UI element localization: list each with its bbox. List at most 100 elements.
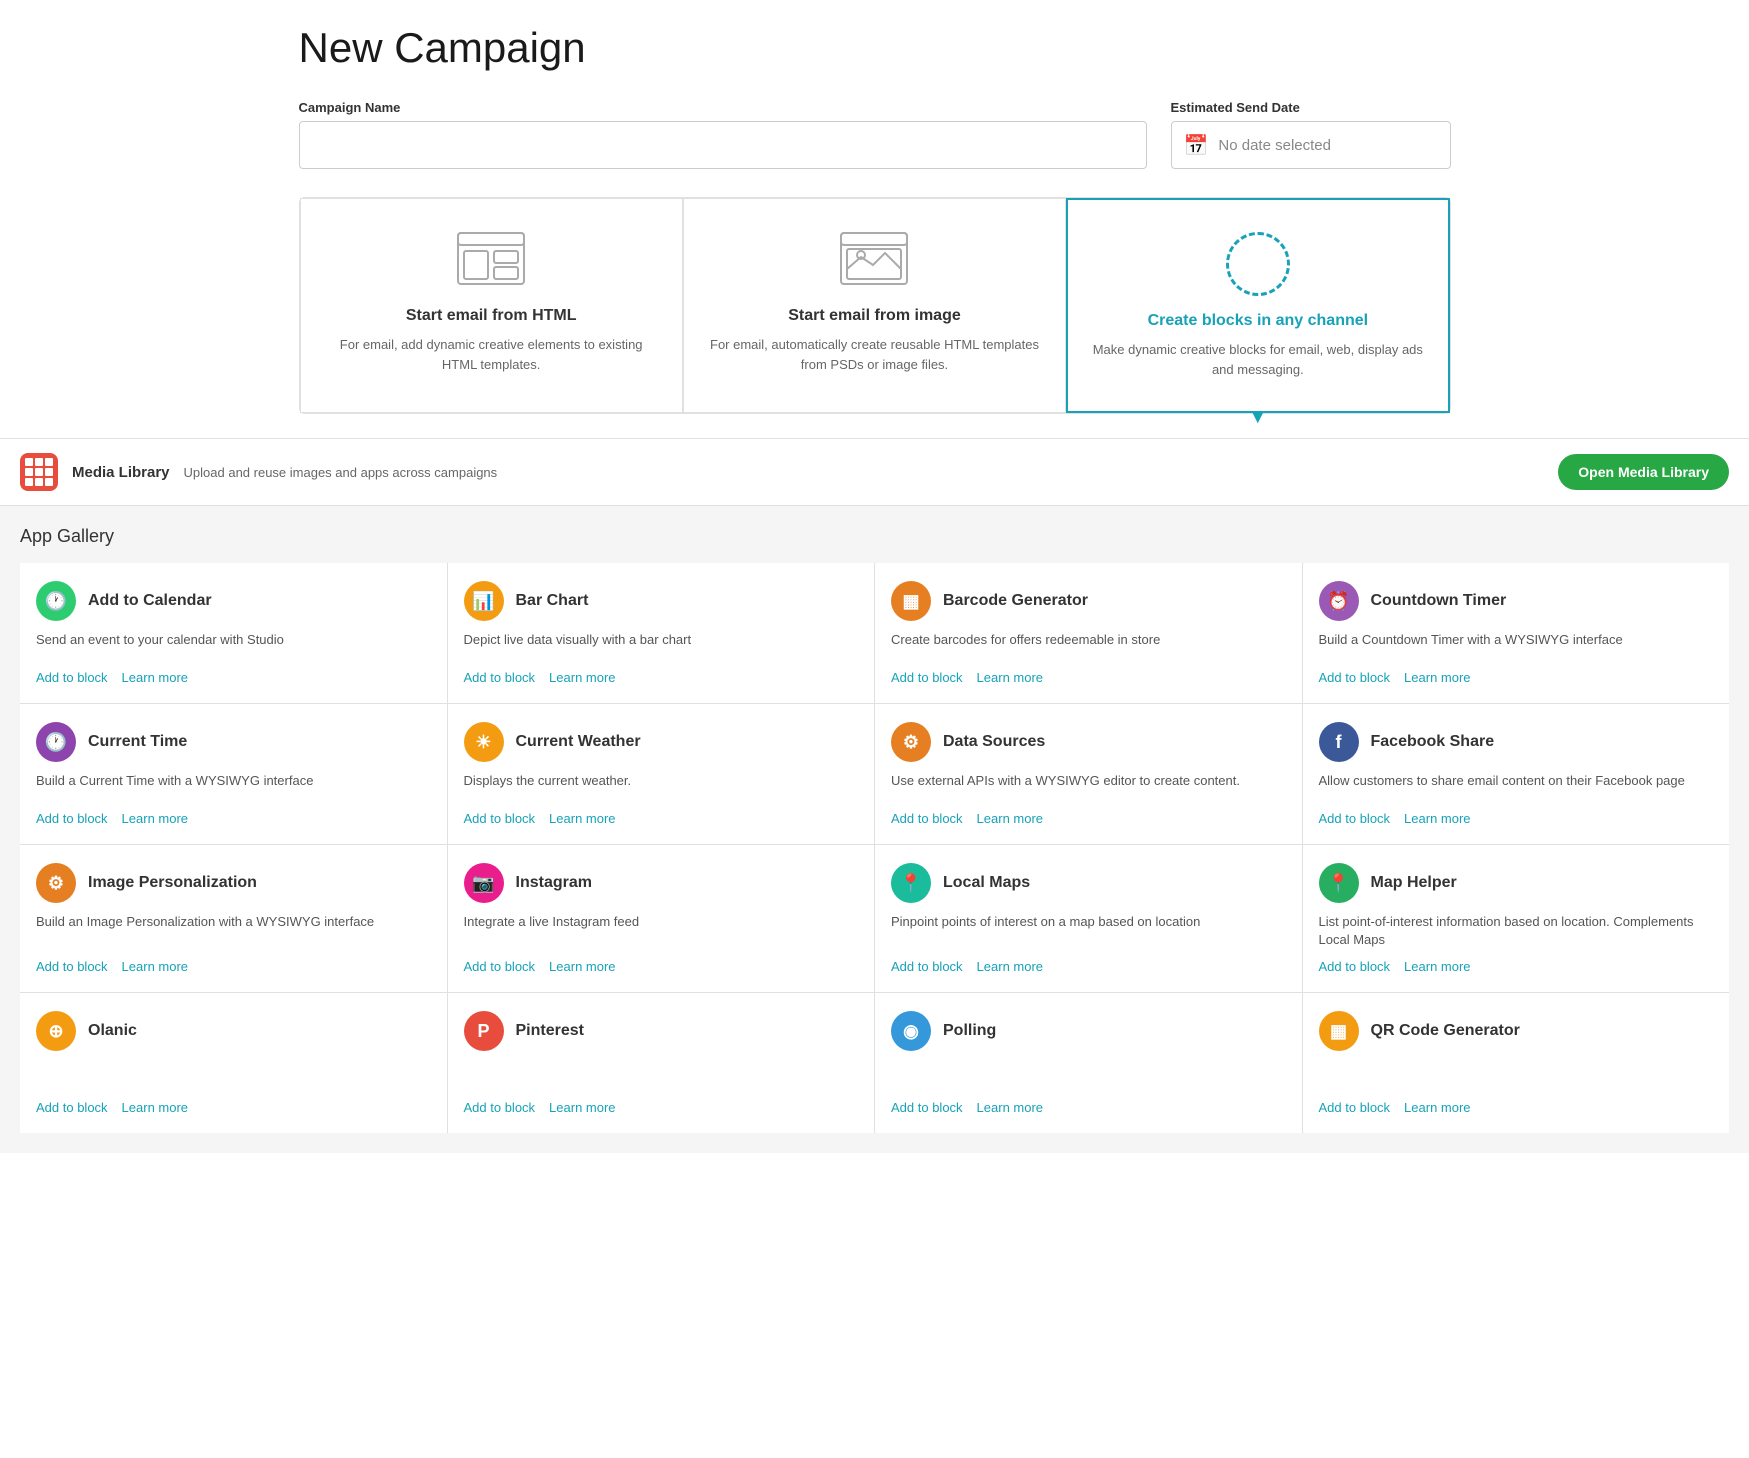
send-date-group: Estimated Send Date 📅 No date selected: [1171, 100, 1451, 169]
template-card-html[interactable]: Start email from HTML For email, add dyn…: [300, 198, 683, 413]
learn-more-link[interactable]: Learn more: [977, 1100, 1043, 1115]
app-links: Add to block Learn more: [36, 959, 431, 974]
app-card-current-weather: ☀Current WeatherDisplays the current wea…: [448, 704, 875, 844]
app-icon: ▦: [1319, 1011, 1359, 1051]
add-to-block-link[interactable]: Add to block: [891, 959, 963, 974]
app-card-header: fFacebook Share: [1319, 722, 1714, 762]
app-card-header: 🕐Add to Calendar: [36, 581, 431, 621]
add-to-block-link[interactable]: Add to block: [1319, 670, 1391, 685]
add-to-block-link[interactable]: Add to block: [1319, 811, 1391, 826]
app-card-header: ⏰Countdown Timer: [1319, 581, 1714, 621]
app-name: Facebook Share: [1371, 733, 1495, 751]
app-name: Image Personalization: [88, 874, 257, 892]
app-name: QR Code Generator: [1371, 1022, 1520, 1040]
learn-more-link[interactable]: Learn more: [977, 811, 1043, 826]
learn-more-link[interactable]: Learn more: [549, 811, 615, 826]
app-name: Map Helper: [1371, 874, 1457, 892]
app-links: Add to block Learn more: [464, 959, 859, 974]
app-links: Add to block Learn more: [1319, 959, 1714, 974]
app-card-header: ⚙ Image Personalization: [36, 863, 431, 903]
add-to-block-link[interactable]: Add to block: [36, 959, 108, 974]
app-card-data-sources: ⚙Data SourcesUse external APIs with a WY…: [875, 704, 1302, 844]
add-to-block-link[interactable]: Add to block: [36, 670, 108, 685]
add-to-block-link[interactable]: Add to block: [464, 670, 536, 685]
app-name: Local Maps: [943, 874, 1030, 892]
app-card-countdown-timer: ⏰Countdown Timer Build a Countdown Timer …: [1303, 563, 1730, 703]
app-description: Build a Current Time with a WYSIWYG inte…: [36, 772, 431, 801]
app-links: Add to block Learn more: [464, 670, 859, 685]
template-blocks-desc: Make dynamic creative blocks for email, …: [1092, 340, 1423, 379]
app-description: Displays the current weather.: [464, 772, 859, 801]
app-description: Create barcodes for offers redeemable in…: [891, 631, 1286, 660]
app-card-bar-chart: 📊 Bar Chart Depict live data visually with…: [448, 563, 875, 703]
app-description: [464, 1061, 859, 1090]
template-card-image[interactable]: Start email from image For email, automa…: [683, 198, 1066, 413]
learn-more-link[interactable]: Learn more: [549, 670, 615, 685]
app-gallery-section: App Gallery 🕐Add to CalendarSend an even…: [0, 506, 1749, 1153]
learn-more-link[interactable]: Learn more: [1404, 959, 1470, 974]
learn-more-link[interactable]: Learn more: [977, 959, 1043, 974]
date-picker[interactable]: 📅 No date selected: [1171, 121, 1451, 169]
app-card-header: ▦ QR Code Generator: [1319, 1011, 1714, 1051]
app-links: Add to block Learn more: [464, 1100, 859, 1115]
add-to-block-link[interactable]: Add to block: [1319, 959, 1391, 974]
dot: [25, 458, 33, 466]
template-html-desc: For email, add dynamic creative elements…: [325, 335, 658, 374]
add-to-block-link[interactable]: Add to block: [891, 670, 963, 685]
app-description: Build a Countdown Timer with a WYSIWYG i…: [1319, 631, 1714, 660]
learn-more-link[interactable]: Learn more: [1404, 1100, 1470, 1115]
add-to-block-link[interactable]: Add to block: [1319, 1100, 1391, 1115]
add-to-block-link[interactable]: Add to block: [464, 811, 536, 826]
add-to-block-link[interactable]: Add to block: [36, 1100, 108, 1115]
app-card-header: ⚙Data Sources: [891, 722, 1286, 762]
add-to-block-link[interactable]: Add to block: [464, 1100, 536, 1115]
open-media-library-button[interactable]: Open Media Library: [1558, 454, 1729, 490]
app-icon: ⚙: [36, 863, 76, 903]
app-card-pinterest: PPinterestAdd to blockLearn more: [448, 993, 875, 1133]
app-name: Data Sources: [943, 733, 1045, 751]
dashed-circle-icon: [1226, 232, 1290, 296]
learn-more-link[interactable]: Learn more: [977, 670, 1043, 685]
learn-more-link[interactable]: Learn more: [122, 670, 188, 685]
app-card-header: 📷Instagram: [464, 863, 859, 903]
app-links: Add to block Learn more: [891, 670, 1286, 685]
app-card-local-maps: 📍Local MapsPinpoint points of interest o…: [875, 845, 1302, 992]
app-description: Build an Image Personalization with a WY…: [36, 913, 431, 949]
app-card-olanic: ⊕OlanicAdd to blockLearn more: [20, 993, 447, 1133]
app-description: Send an event to your calendar with Stud…: [36, 631, 431, 660]
learn-more-link[interactable]: Learn more: [549, 1100, 615, 1115]
media-library-icon: [20, 453, 58, 491]
dot: [25, 468, 33, 476]
learn-more-link[interactable]: Learn more: [549, 959, 615, 974]
app-description: [36, 1061, 431, 1090]
app-card-header: ◉Polling: [891, 1011, 1286, 1051]
app-name: Bar Chart: [516, 592, 589, 610]
app-card-map-helper: 📍Map HelperList point-of-interest inform…: [1303, 845, 1730, 992]
app-name: Pinterest: [516, 1022, 584, 1040]
app-icon: ⏰: [1319, 581, 1359, 621]
learn-more-link[interactable]: Learn more: [1404, 811, 1470, 826]
app-icon: 📊: [464, 581, 504, 621]
learn-more-link[interactable]: Learn more: [122, 1100, 188, 1115]
add-to-block-link[interactable]: Add to block: [36, 811, 108, 826]
app-links: Add to block Learn more: [1319, 670, 1714, 685]
template-card-blocks[interactable]: Create blocks in any channel Make dynami…: [1066, 198, 1449, 413]
image-icon: [834, 231, 914, 291]
app-icon: 🕐: [36, 722, 76, 762]
app-name: Add to Calendar: [88, 592, 212, 610]
add-to-block-link[interactable]: Add to block: [464, 959, 536, 974]
app-icon: 📍: [891, 863, 931, 903]
app-card-header: 📍 Local Maps: [891, 863, 1286, 903]
calendar-icon: 📅: [1184, 133, 1209, 158]
app-grid: 🕐Add to CalendarSend an event to your ca…: [20, 563, 1729, 1133]
learn-more-link[interactable]: Learn more: [122, 811, 188, 826]
app-icon: ◉: [891, 1011, 931, 1051]
add-to-block-link[interactable]: Add to block: [891, 1100, 963, 1115]
app-description: Depict live data visually with a bar cha…: [464, 631, 859, 660]
add-to-block-link[interactable]: Add to block: [891, 811, 963, 826]
campaign-name-input[interactable]: [299, 121, 1147, 169]
app-card-header: 📍Map Helper: [1319, 863, 1714, 903]
dot: [35, 478, 43, 486]
learn-more-link[interactable]: Learn more: [122, 959, 188, 974]
learn-more-link[interactable]: Learn more: [1404, 670, 1470, 685]
